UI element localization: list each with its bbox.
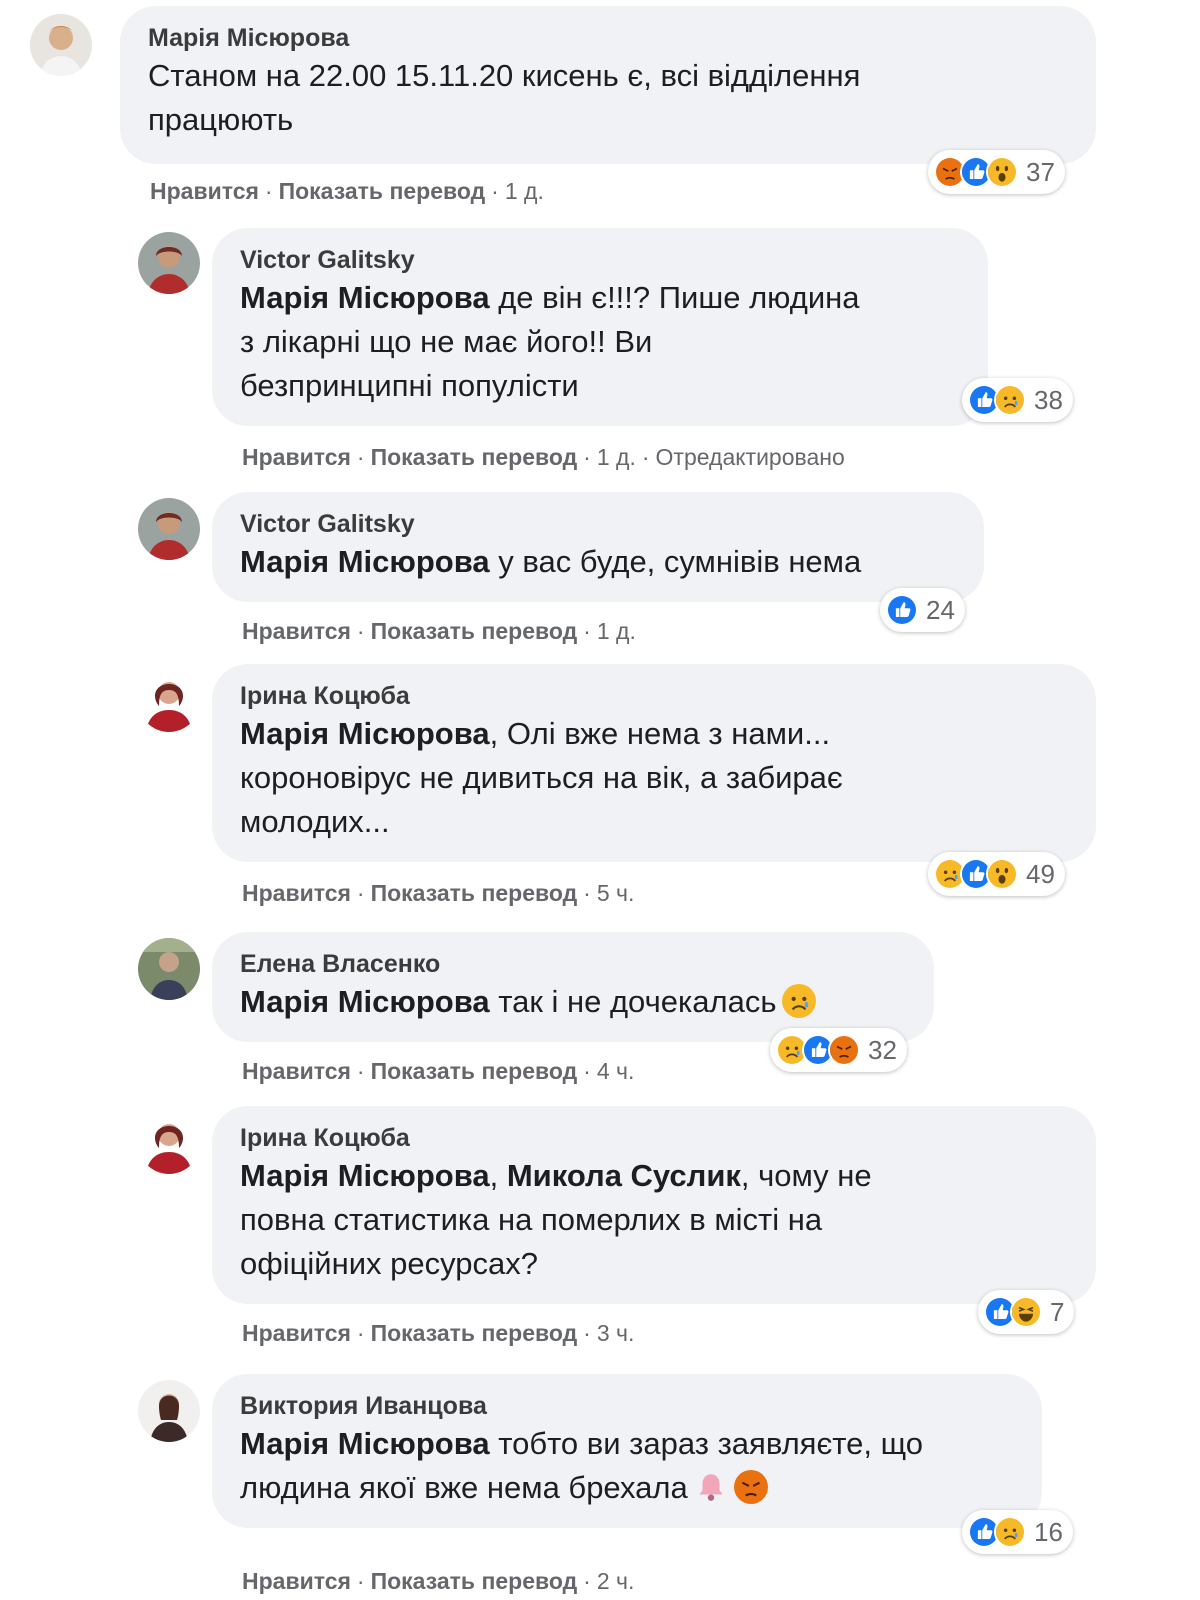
- timestamp[interactable]: 3 ч.: [597, 1320, 635, 1346]
- reaction-count: 37: [1026, 156, 1055, 187]
- like-link[interactable]: Нравится: [242, 880, 351, 906]
- timestamp[interactable]: 2 ч.: [597, 1568, 635, 1594]
- reactions-summary[interactable]: 38: [962, 378, 1073, 422]
- comment-author[interactable]: Виктория Иванцова: [240, 1390, 1014, 1422]
- comment-author[interactable]: Марія Місюрова: [148, 22, 1068, 54]
- translate-link[interactable]: Показать перевод: [371, 1058, 578, 1084]
- comment-bubble: Ірина Коцюба Марія Місюрова, Олі вже нем…: [212, 664, 1096, 862]
- comment-actions: Нравится · Показать перевод · 4 ч.: [242, 1058, 635, 1084]
- wow-icon: [986, 156, 1018, 188]
- reaction-count: 24: [926, 594, 955, 625]
- mention-link[interactable]: Марія Місюрова: [240, 544, 490, 579]
- comment-bubble: Елена Власенко Марія Місюрова так і не д…: [212, 932, 934, 1042]
- comment-text: Марія Місюрова де він є!!!? Пише людина …: [240, 280, 860, 403]
- timestamp[interactable]: 5 ч.: [597, 880, 635, 906]
- avatar[interactable]: [138, 938, 200, 1000]
- mention-link[interactable]: Марія Місюрова: [240, 1426, 490, 1461]
- like-link[interactable]: Нравится: [150, 178, 259, 204]
- comment-text: Марія Місюрова у вас буде, сумнівів нема: [240, 544, 862, 579]
- reactions-summary[interactable]: 24: [880, 588, 965, 632]
- reactions-summary[interactable]: 7: [978, 1290, 1075, 1334]
- avatar[interactable]: [138, 1112, 200, 1174]
- comment-bubble: Victor Galitsky Марія Місюрова у вас буд…: [212, 492, 984, 602]
- comment-bubble: Ірина Коцюба Марія Місюрова, Микола Сусл…: [212, 1106, 1096, 1304]
- translate-link[interactable]: Показать перевод: [371, 618, 578, 644]
- reaction-count: 16: [1034, 1516, 1063, 1547]
- like-link[interactable]: Нравится: [242, 1568, 351, 1594]
- like-link[interactable]: Нравится: [242, 444, 351, 470]
- comment-text: Марія Місюрова, Микола Суслик, чому не п…: [240, 1158, 872, 1281]
- reactions-summary[interactable]: 16: [962, 1510, 1073, 1554]
- avatar[interactable]: [138, 232, 200, 294]
- comment-actions: Нравится · Показать перевод · 1 д. · Отредакти…: [242, 444, 845, 470]
- comment-text: Марія Місюрова, Олі вже нема з нами... к…: [240, 716, 843, 839]
- comment-actions: Нравится · Показать перевод · 2 ч.: [242, 1568, 635, 1594]
- comment-actions: Нравится · Показать перевод · 1 д.: [242, 618, 636, 644]
- comment-text: Марія Місюрова тобто ви зараз заявляєте,…: [240, 1426, 923, 1505]
- like-link[interactable]: Нравится: [242, 1320, 351, 1346]
- sad-icon: [994, 1516, 1026, 1548]
- avatar[interactable]: [138, 1380, 200, 1442]
- timestamp[interactable]: 1 д.: [505, 178, 544, 204]
- like-icon: [886, 594, 918, 626]
- sad-face-emoji-icon: [782, 984, 816, 1018]
- sad-icon: [994, 384, 1026, 416]
- haha-icon: [1010, 1296, 1042, 1328]
- reactions-summary[interactable]: 37: [928, 150, 1065, 194]
- comment-bubble: Victor Galitsky Марія Місюрова де він є!…: [212, 228, 988, 426]
- comment-author[interactable]: Ірина Коцюба: [240, 1122, 1068, 1154]
- avatar[interactable]: [30, 14, 92, 76]
- translate-link[interactable]: Показать перевод: [371, 880, 578, 906]
- comment-text: Станом на 22.00 15.11.20 кисень є, всі в…: [148, 58, 861, 137]
- timestamp[interactable]: 1 д.: [597, 618, 636, 644]
- comment-author[interactable]: Victor Galitsky: [240, 244, 960, 276]
- bell-emoji-icon: [694, 1470, 728, 1504]
- mention-link[interactable]: Микола Суслик: [507, 1158, 741, 1193]
- translate-link[interactable]: Показать перевод: [279, 178, 486, 204]
- mention-link[interactable]: Марія Місюрова: [240, 984, 490, 1019]
- comment-author[interactable]: Victor Galitsky: [240, 508, 956, 540]
- translate-link[interactable]: Показать перевод: [371, 1320, 578, 1346]
- avatar[interactable]: [138, 498, 200, 560]
- timestamp[interactable]: 4 ч.: [597, 1058, 635, 1084]
- reactions-summary[interactable]: 32: [770, 1028, 907, 1072]
- reaction-count: 32: [868, 1034, 897, 1065]
- comment-author[interactable]: Елена Власенко: [240, 948, 906, 980]
- edited-label[interactable]: Отредактировано: [656, 444, 845, 470]
- reaction-count: 49: [1026, 858, 1055, 889]
- mention-link[interactable]: Марія Місюрова: [240, 1158, 490, 1193]
- translate-link[interactable]: Показать перевод: [371, 444, 578, 470]
- comment-author[interactable]: Ірина Коцюба: [240, 680, 1068, 712]
- mention-link[interactable]: Марія Місюрова: [240, 280, 490, 315]
- avatar[interactable]: [138, 670, 200, 732]
- angry-icon: [828, 1034, 860, 1066]
- reaction-count: 7: [1050, 1296, 1065, 1327]
- comment-bubble: Марія Місюрова Станом на 22.00 15.11.20 …: [120, 6, 1096, 164]
- mention-link[interactable]: Марія Місюрова: [240, 716, 490, 751]
- reaction-count: 38: [1034, 384, 1063, 415]
- comment-actions: Нравится · Показать перевод · 5 ч.: [242, 880, 635, 906]
- comment-text: Марія Місюрова так і не дочекалась: [240, 980, 906, 1024]
- translate-link[interactable]: Показать перевод: [371, 1568, 578, 1594]
- comment-actions: Нравится · Показать перевод · 3 ч.: [242, 1320, 635, 1346]
- like-link[interactable]: Нравится: [242, 618, 351, 644]
- wow-icon: [986, 858, 1018, 890]
- comment-bubble: Виктория Иванцова Марія Місюрова тобто в…: [212, 1374, 1042, 1528]
- angry-emoji-icon: [734, 1470, 768, 1504]
- comment-actions: Нравится · Показать перевод · 1 д.: [150, 178, 544, 204]
- like-link[interactable]: Нравится: [242, 1058, 351, 1084]
- timestamp[interactable]: 1 д.: [597, 444, 636, 470]
- reactions-summary[interactable]: 49: [928, 852, 1065, 896]
